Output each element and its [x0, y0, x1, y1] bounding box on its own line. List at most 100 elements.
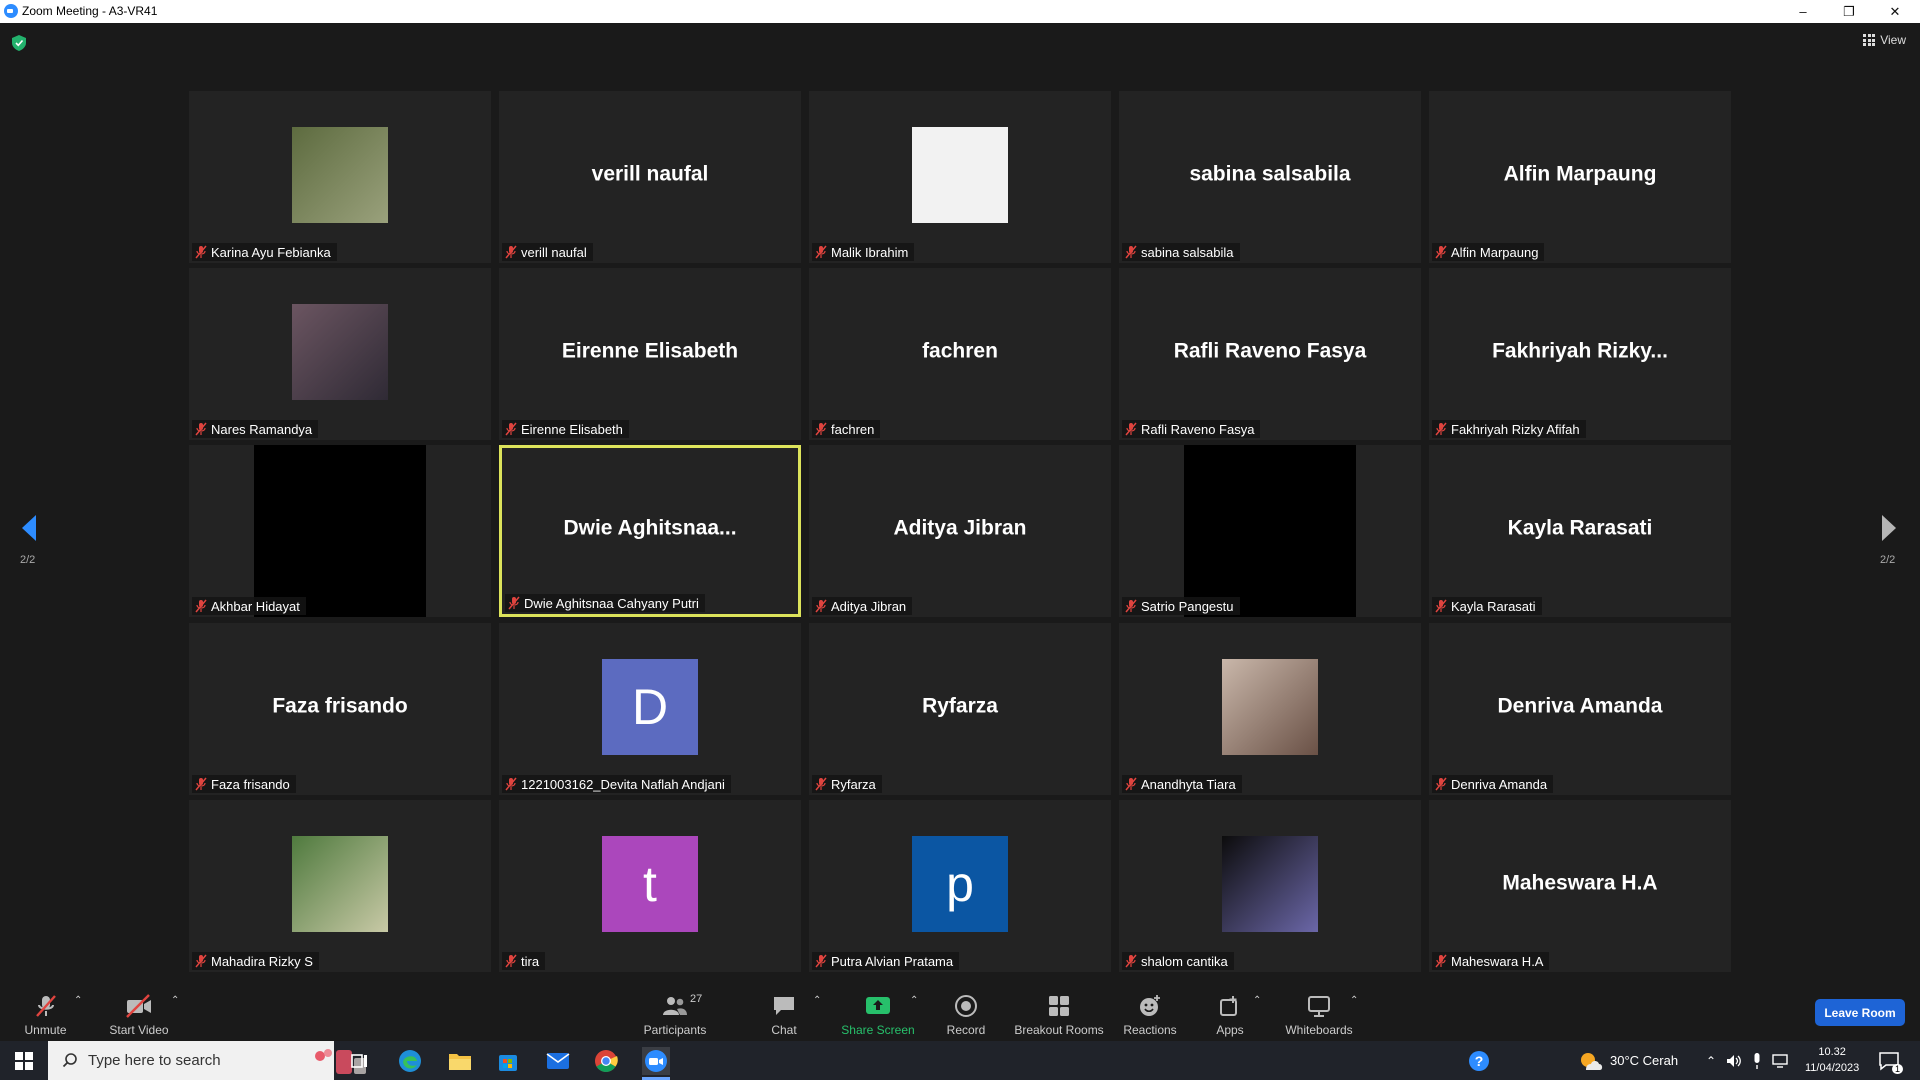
participant-tile[interactable]: Nares Ramandya: [189, 268, 491, 440]
start-video-button[interactable]: Start Video: [105, 981, 173, 1041]
system-tray: ⌃: [1706, 1041, 1790, 1080]
participant-tile[interactable]: Rafli Raveno Fasya Rafli Raveno Fasya: [1119, 268, 1421, 440]
muted-mic-icon: [505, 245, 517, 259]
share-options-caret[interactable]: ⌃: [910, 995, 918, 1006]
participant-nameplate: shalom cantika: [1122, 952, 1234, 970]
record-button[interactable]: Record: [940, 981, 992, 1041]
participant-tile[interactable]: Ryfarza Ryfarza: [809, 623, 1111, 795]
next-page-arrow-icon[interactable]: [1880, 513, 1900, 543]
previous-page-arrow-icon[interactable]: [18, 513, 38, 543]
taskbar-search-box[interactable]: Type here to search: [48, 1041, 366, 1080]
minimize-button[interactable]: –: [1780, 0, 1826, 23]
participant-tile[interactable]: Karina Ayu Febianka: [189, 91, 491, 263]
muted-mic-icon: [508, 596, 520, 610]
clock-date: 11/04/2023: [1805, 1062, 1860, 1074]
tray-overflow-chevron-icon[interactable]: ⌃: [1706, 1054, 1716, 1068]
reactions-button[interactable]: Reactions: [1122, 981, 1178, 1041]
unmute-label: Unmute: [24, 1023, 67, 1037]
mail-icon[interactable]: [544, 1047, 572, 1075]
participant-display-name: Fakhriyah Rizky...: [1492, 339, 1668, 363]
edge-browser-icon[interactable]: [396, 1047, 424, 1075]
meeting-area: View Karina Ayu Febianka verill naufal ver…: [0, 23, 1920, 981]
unmute-button[interactable]: Unmute: [18, 981, 73, 1041]
participant-tile[interactable]: fachren fachren: [809, 268, 1111, 440]
record-icon: [955, 995, 977, 1017]
participant-nameplate: Denriva Amanda: [1432, 775, 1554, 793]
apps-button[interactable]: Apps: [1210, 981, 1250, 1041]
chat-button[interactable]: Chat: [764, 981, 804, 1041]
participant-nameplate: Karina Ayu Febianka: [192, 243, 337, 261]
muted-mic-icon: [815, 245, 827, 259]
participant-tile[interactable]: Maheswara H.A Maheswara H.A: [1429, 800, 1731, 972]
participant-name: Satrio Pangestu: [1141, 598, 1234, 614]
participant-tile[interactable]: Satrio Pangestu: [1119, 445, 1421, 617]
participant-display-name: Kayla Rarasati: [1507, 516, 1653, 540]
apps-options-caret[interactable]: ⌃: [1253, 995, 1261, 1006]
muted-mic-icon: [815, 954, 827, 968]
video-feed: [254, 445, 426, 617]
task-view-icon[interactable]: [346, 1047, 374, 1075]
taskbar-clock[interactable]: 10.32 11/04/2023: [1805, 1044, 1859, 1076]
chat-options-caret[interactable]: ⌃: [813, 995, 821, 1006]
microsoft-store-icon[interactable]: [494, 1047, 522, 1075]
participant-tile[interactable]: verill naufal verill naufal: [499, 91, 801, 263]
participant-tile[interactable]: t tira: [499, 800, 801, 972]
participant-tile[interactable]: Alfin Marpaung Alfin Marpaung: [1429, 91, 1731, 263]
muted-mic-icon: [1125, 777, 1137, 791]
video-options-caret[interactable]: ⌃: [171, 995, 179, 1006]
windows-start-icon[interactable]: [10, 1047, 38, 1075]
participant-display-name: sabina salsabila: [1189, 162, 1351, 186]
page-indicator-left: 2/2: [20, 554, 36, 566]
window-titlebar: Zoom Meeting - A3-VR41 – ❐ ✕: [0, 0, 1920, 23]
file-explorer-icon[interactable]: [446, 1047, 474, 1075]
share-screen-button[interactable]: Share Screen: [838, 981, 918, 1041]
avatar-initial: t: [602, 836, 698, 932]
participant-tile[interactable]: Eirenne Elisabeth Eirenne Elisabeth: [499, 268, 801, 440]
participant-tile[interactable]: Akhbar Hidayat: [189, 445, 491, 617]
participant-tile[interactable]: Aditya Jibran Aditya Jibran: [809, 445, 1111, 617]
participant-tile[interactable]: Denriva Amanda Denriva Amanda: [1429, 623, 1731, 795]
participant-tile[interactable]: Faza frisando Faza frisando: [189, 623, 491, 795]
participant-tile[interactable]: shalom cantika: [1119, 800, 1421, 972]
zoom-taskbar-icon[interactable]: [642, 1047, 670, 1075]
view-button[interactable]: View: [1863, 33, 1906, 47]
help-icon[interactable]: ?: [1465, 1047, 1493, 1075]
participant-display-name: Faza frisando: [272, 694, 408, 718]
video-off-icon: [126, 994, 151, 1018]
whiteboards-button[interactable]: Whiteboards: [1282, 981, 1356, 1041]
participant-tile[interactable]: D 1221003162_Devita Naflah Andjani: [499, 623, 801, 795]
apps-icon: [1220, 996, 1237, 1016]
network-icon[interactable]: [1772, 1053, 1790, 1068]
whiteboard-icon: [1308, 996, 1330, 1017]
microphone-muted-icon: [35, 995, 56, 1017]
restore-button[interactable]: ❐: [1826, 0, 1872, 23]
leave-room-button[interactable]: Leave Room: [1815, 999, 1905, 1026]
participant-nameplate: Putra Alvian Pratama: [812, 952, 960, 970]
avatar-initial: D: [602, 659, 698, 755]
participant-tile[interactable]: Fakhriyah Rizky... Fakhriyah Rizky Afifah: [1429, 268, 1731, 440]
encryption-shield-icon[interactable]: [12, 35, 26, 51]
participant-tile[interactable]: Malik Ibrahim: [809, 91, 1111, 263]
weather-widget[interactable]: 30°C Cerah: [1578, 1041, 1678, 1080]
participant-tile[interactable]: Kayla Rarasati Kayla Rarasati: [1429, 445, 1731, 617]
whiteboards-options-caret[interactable]: ⌃: [1350, 995, 1358, 1006]
chrome-browser-icon[interactable]: [592, 1047, 620, 1075]
muted-mic-icon: [505, 954, 517, 968]
participant-name: sabina salsabila: [1141, 244, 1234, 260]
participant-tile[interactable]: sabina salsabila sabina salsabila: [1119, 91, 1421, 263]
participant-tile[interactable]: Mahadira Rizky S: [189, 800, 491, 972]
participant-name: Denriva Amanda: [1451, 776, 1548, 792]
audio-options-caret[interactable]: ⌃: [74, 995, 82, 1006]
close-button[interactable]: ✕: [1872, 0, 1918, 23]
notifications-icon[interactable]: 1: [1875, 1047, 1903, 1075]
microphone-tray-icon[interactable]: [1752, 1052, 1762, 1069]
participants-button[interactable]: Participants: [640, 981, 710, 1041]
window-title: Zoom Meeting - A3-VR41: [22, 4, 158, 18]
participant-nameplate: Akhbar Hidayat: [192, 597, 306, 615]
breakout-rooms-label: Breakout Rooms: [1014, 1023, 1104, 1037]
participant-tile[interactable]: Dwie Aghitsnaa... Dwie Aghitsnaa Cahyany …: [499, 445, 801, 617]
breakout-rooms-button[interactable]: Breakout Rooms: [1012, 981, 1106, 1041]
participant-tile[interactable]: p Putra Alvian Pratama: [809, 800, 1111, 972]
participant-tile[interactable]: Anandhyta Tiara: [1119, 623, 1421, 795]
volume-icon[interactable]: [1726, 1054, 1742, 1068]
